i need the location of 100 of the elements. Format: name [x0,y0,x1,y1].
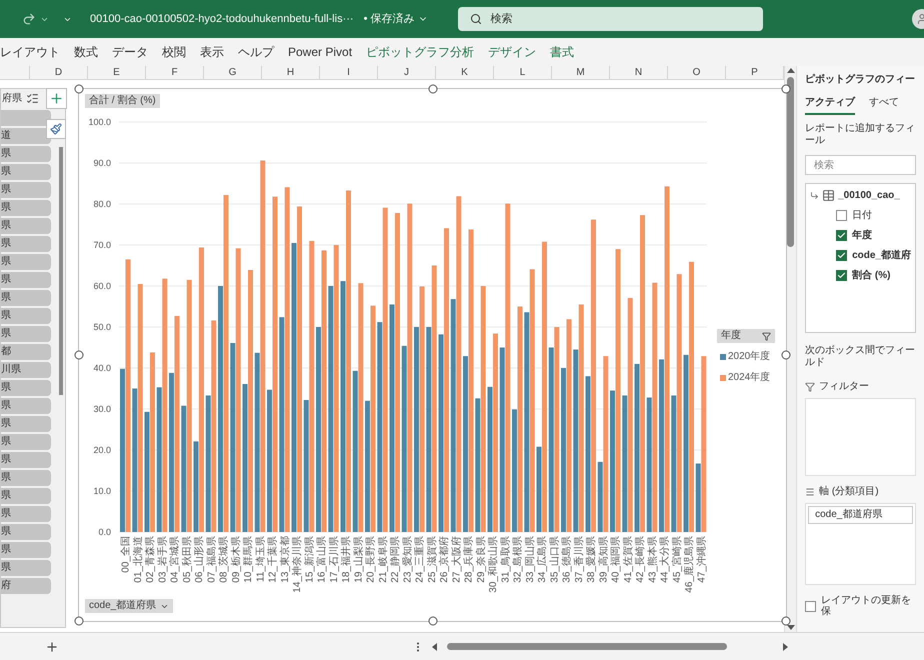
slicer-item[interactable]: 県 [1,290,51,306]
ribbon-tab[interactable]: 表示 [200,43,224,61]
area-field-item[interactable]: code_都道府県 [808,506,913,524]
ribbon-tab[interactable]: 数式 [74,43,98,61]
column-header[interactable]: H [262,66,320,79]
column-header[interactable]: I [320,66,378,79]
axis-tick-label: 0.0 [98,527,111,537]
ribbon-tab[interactable]: Power Pivot [288,43,352,61]
resize-handle[interactable] [74,616,84,626]
column-header[interactable]: N [610,66,668,79]
slicer-item[interactable]: 県 [1,524,51,540]
instruction-text: レポートに追加するフィール [805,123,916,147]
checkbox[interactable] [836,210,848,221]
save-status[interactable]: • 保存済み [364,10,428,28]
checkbox[interactable] [836,270,848,281]
axis-tick-label: 70.0 [93,240,111,250]
category-label: 14_神奈川県 [292,536,304,593]
area-label: 軸 (分類項目) [819,484,879,499]
resize-handle[interactable] [782,616,790,626]
scroll-right-icon[interactable] [783,642,788,650]
ribbon-tab[interactable]: ピボットグラフ分析 [366,43,474,61]
axis-area[interactable]: code_都道府県 [805,503,916,585]
resize-handle[interactable] [782,84,790,94]
slicer-item[interactable]: 県 [1,398,51,414]
scrollbar-thumb[interactable] [447,643,727,650]
add-sheet-icon[interactable] [45,640,59,654]
slicer-item[interactable]: 県 [1,470,51,486]
category-label: 10_群馬県 [243,536,254,583]
resize-handle[interactable] [74,350,84,360]
ribbon-tab[interactable]: 書式 [550,43,574,61]
checkbox[interactable] [805,600,816,612]
slicer-item[interactable]: 県 [1,416,51,432]
slicer-item[interactable]: 県 [1,506,51,522]
slicer-item[interactable]: 県 [1,326,51,342]
add-button[interactable] [46,88,67,109]
field-search-field[interactable]: 検索 [805,155,916,175]
category-label: 05_秋田県 [182,536,193,583]
category-label: 45_宮崎県 [672,536,683,583]
field-name[interactable]: 年度 [852,228,872,243]
table-name[interactable]: _00100_cao_ [838,188,900,203]
ribbon-tab[interactable]: 校閲 [162,43,186,61]
scroll-left-icon[interactable] [432,642,437,650]
slicer-item[interactable]: 県 [1,542,51,558]
slicer-item[interactable]: 川県 [1,362,51,378]
field-name[interactable]: 割合 (%) [852,268,890,283]
checkbox[interactable] [836,230,848,241]
ribbon-tab[interactable]: ヘルプ [238,43,274,61]
slicer-item[interactable]: 県 [1,146,51,162]
column-header[interactable]: J [378,66,436,79]
resize-handle[interactable] [74,84,84,94]
collapse-icon[interactable] [810,191,820,200]
multi-select-icon[interactable] [26,92,39,104]
horizontal-scrollbar[interactable] [430,640,790,652]
category-label: 27_大阪府 [451,536,462,583]
resize-handle[interactable] [782,350,790,360]
slicer-item[interactable]: 都 [1,344,51,360]
checkbox[interactable] [836,250,848,261]
slicer-item[interactable]: 県 [1,308,51,324]
column-header[interactable]: D [30,66,88,79]
slicer-item[interactable]: 県 [1,434,51,450]
column-header[interactable]: F [146,66,204,79]
slicer-item[interactable]: 県 [1,200,51,216]
slicer-item[interactable]: 県 [1,236,51,252]
slicer-item[interactable]: 県 [1,488,51,504]
slicer-item[interactable]: 府 [1,578,51,594]
ribbon-tab[interactable]: レイアウト [0,43,60,61]
ribbon-tab[interactable]: デザイン [488,43,536,61]
axis-field-button[interactable]: code_都道府県 [85,599,174,613]
pane-tab[interactable]: すべて [869,95,900,115]
column-header[interactable]: M [552,66,610,79]
pane-tab[interactable]: アクティブ [805,95,856,115]
column-header[interactable]: E [88,66,146,79]
slicer-item[interactable]: 道 [1,128,51,144]
slicer-item[interactable]: 県 [1,452,51,468]
field-name[interactable]: code_都道府 [852,248,911,263]
slicer-item[interactable]: 県 [1,182,51,198]
axis-tick-label: 50.0 [93,322,111,332]
axis-tick-label: 10.0 [93,486,111,496]
slicer-item[interactable]: 県 [1,560,51,576]
search-field[interactable]: 検索 [458,7,764,31]
scrollbar-thumb[interactable] [59,147,63,395]
legend-field-button[interactable]: 年度 [717,329,775,343]
resize-handle[interactable] [428,616,437,626]
column-header[interactable]: G [204,66,262,79]
slicer-item[interactable]: 県 [1,380,51,396]
scrollbar-thumb[interactable] [787,77,794,247]
column-header[interactable]: K [436,66,494,79]
resize-handle[interactable] [428,84,437,94]
field-name[interactable]: 日付 [852,208,872,223]
column-header[interactable]: O [668,66,726,79]
redo-icon[interactable] [22,12,36,26]
category-label: 13_東京都 [280,536,291,583]
ribbon-tab[interactable]: データ [112,43,148,61]
style-button[interactable] [46,119,66,139]
slicer-item[interactable]: 県 [1,272,51,288]
slicer-item[interactable]: 県 [1,218,51,234]
column-header[interactable]: L [494,66,552,79]
slicer-item[interactable]: 県 [1,254,51,270]
value-field-button[interactable]: 合計 / 割合 (%) [85,94,160,108]
slicer-item[interactable]: 県 [1,164,51,180]
